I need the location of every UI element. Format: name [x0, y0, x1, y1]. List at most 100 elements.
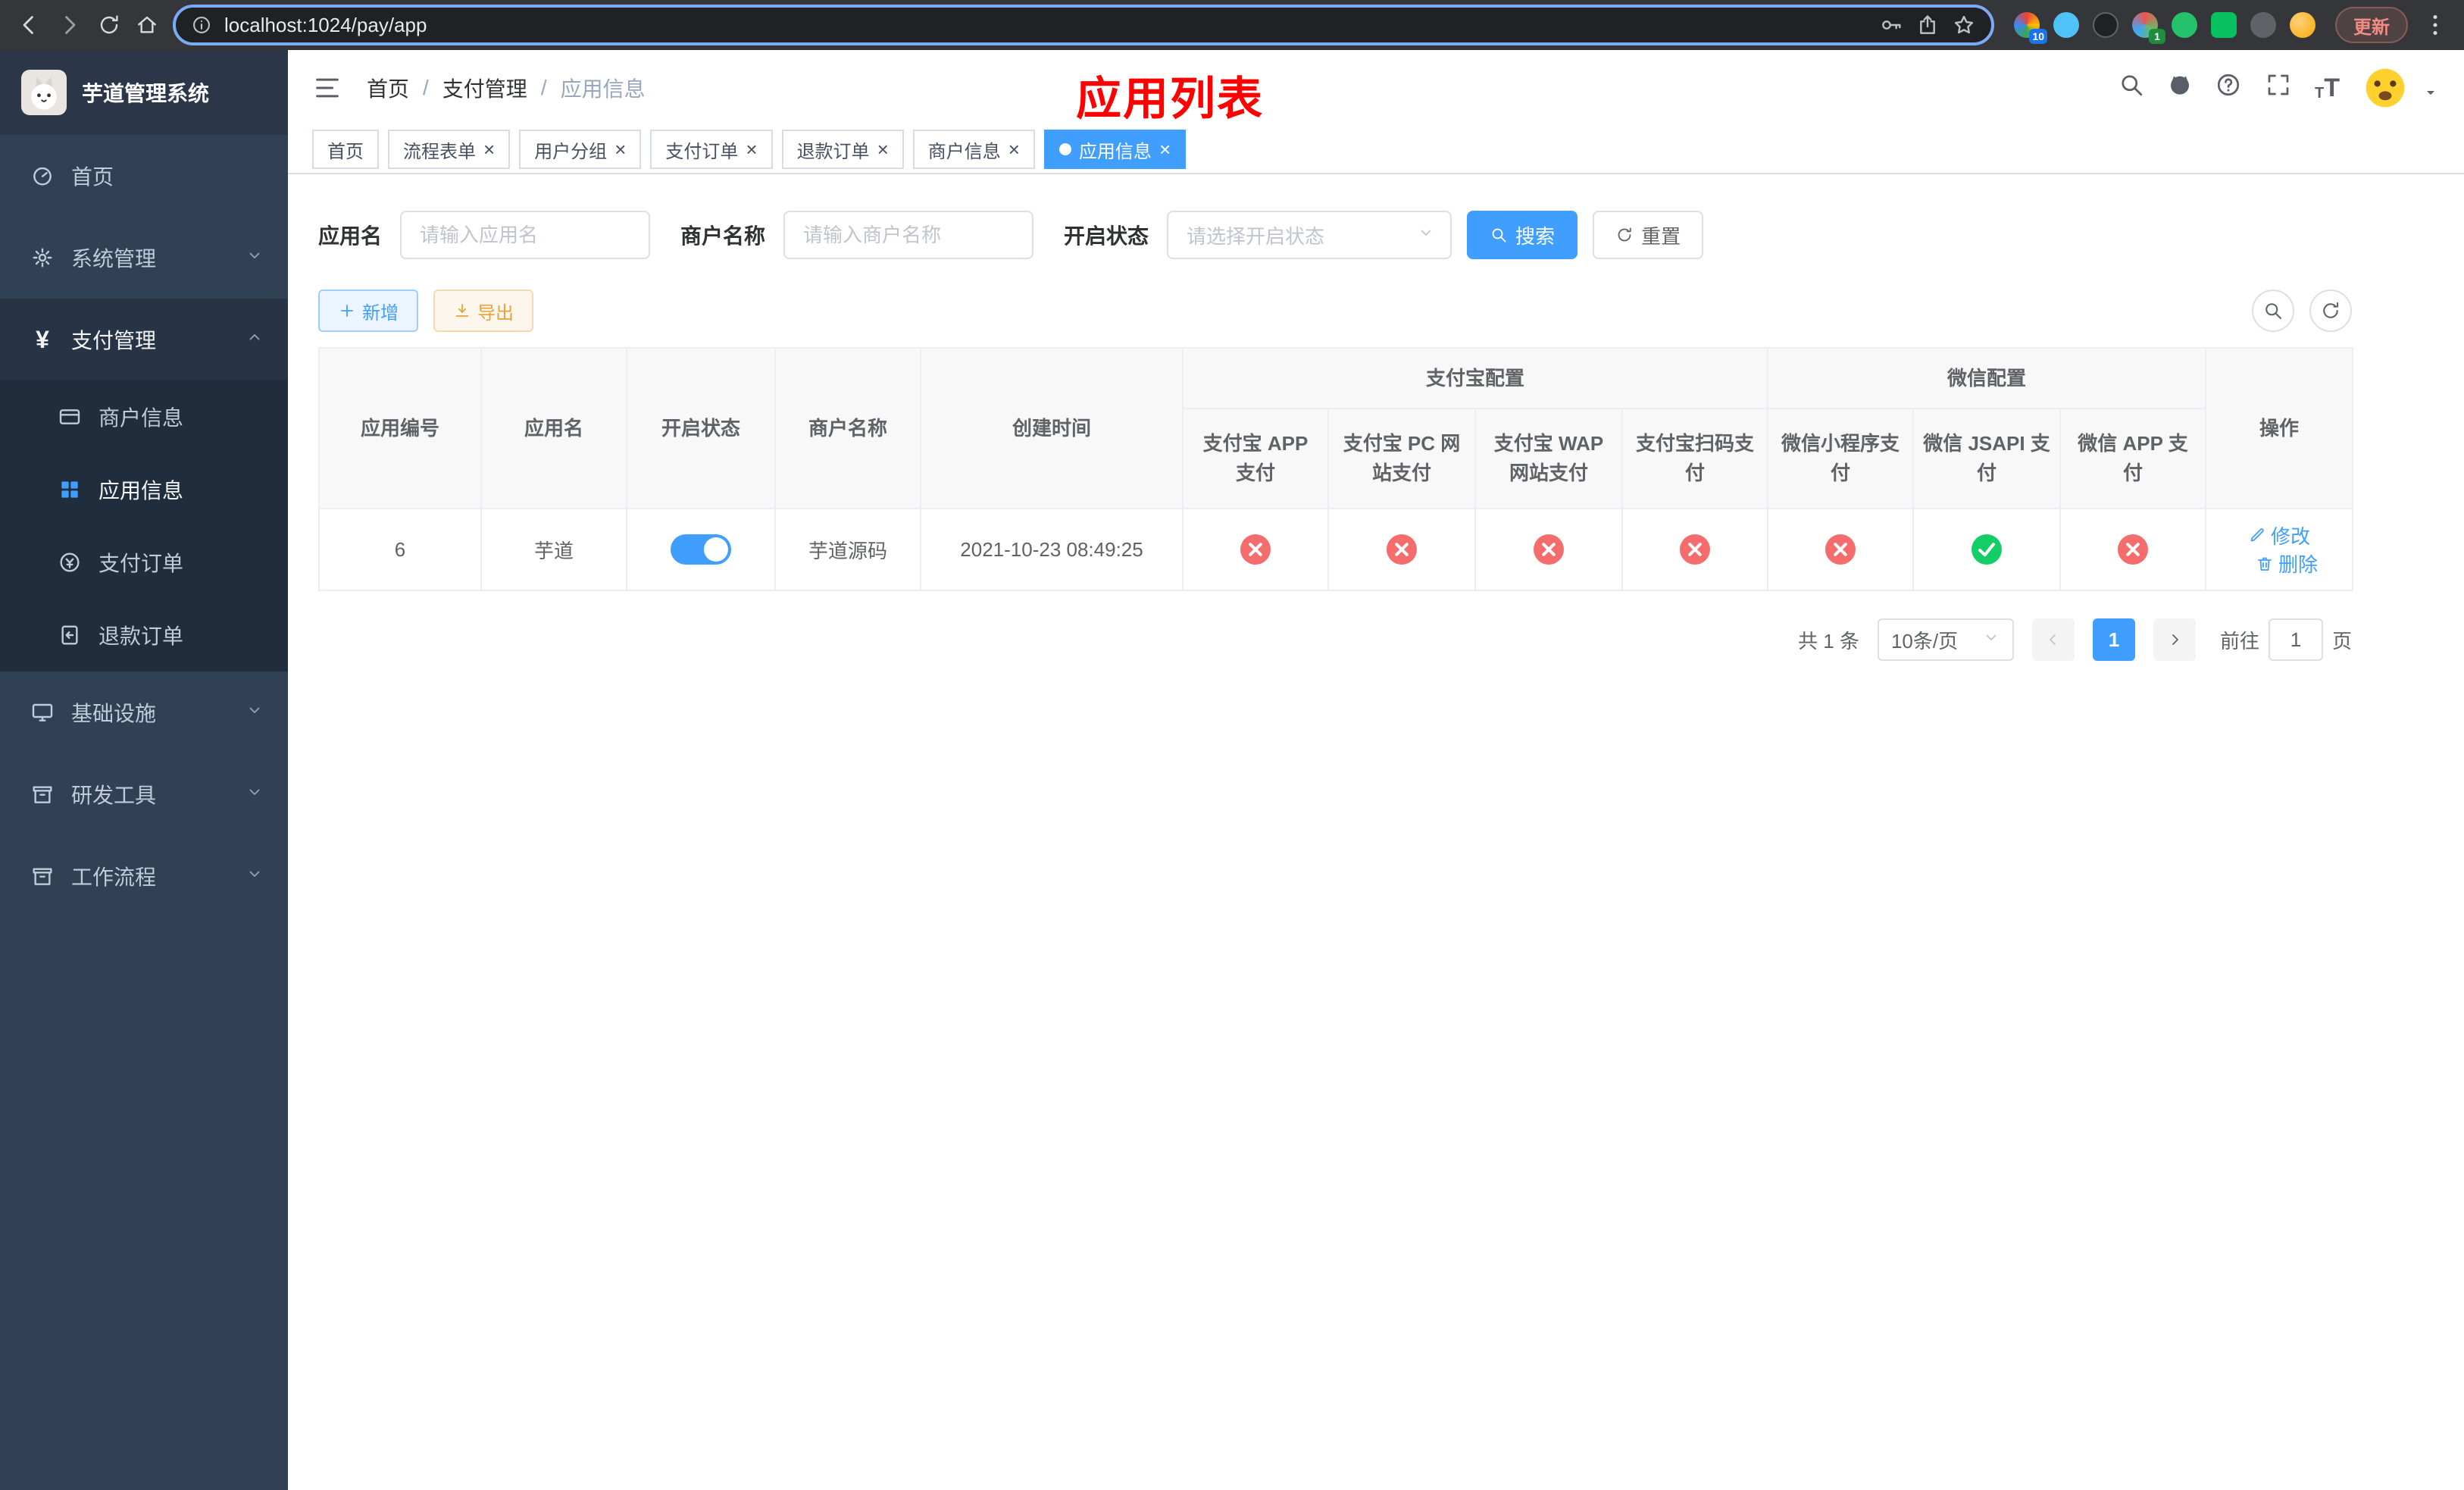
font-size-icon[interactable]: TT: [2315, 75, 2340, 101]
tab-close-icon[interactable]: ×: [614, 139, 626, 159]
help-icon[interactable]: [2215, 71, 2242, 105]
extension-icon[interactable]: [2290, 12, 2315, 38]
tab-close-icon[interactable]: ×: [877, 139, 889, 159]
site-info-icon[interactable]: [191, 14, 212, 36]
browser-menu-icon[interactable]: [2422, 11, 2449, 39]
column-header-id: 应用编号: [318, 347, 482, 509]
status-select[interactable]: 请选择开启状态: [1167, 211, 1452, 259]
extension-icon[interactable]: [2211, 12, 2237, 38]
select-placeholder: 请选择开启状态: [1187, 224, 1325, 248]
alipay-app-status-icon: [1240, 534, 1271, 565]
tab-label: 商户信息: [927, 141, 1001, 162]
delete-link[interactable]: 删除: [2256, 549, 2318, 578]
column-header-created: 创建时间: [920, 347, 1184, 509]
breadcrumb-item-current: 应用信息: [560, 77, 646, 101]
add-button[interactable]: 新增: [318, 290, 418, 332]
tab-close-icon[interactable]: ×: [1008, 139, 1020, 159]
sidebar-item-app-info[interactable]: 应用信息: [0, 453, 288, 526]
sidebar-item-devtools[interactable]: 研发工具: [0, 753, 288, 835]
fullscreen-icon[interactable]: [2265, 71, 2292, 105]
tab-process-form[interactable]: 流程表单 ×: [388, 130, 511, 169]
toggle-search-button[interactable]: [2252, 290, 2294, 332]
app-name-input[interactable]: [400, 211, 651, 259]
extension-badge: 1: [2149, 29, 2165, 44]
browser-reload-button[interactable]: [97, 13, 121, 37]
browser-back-button[interactable]: [15, 11, 42, 39]
tab-label: 支付订单: [665, 141, 739, 162]
toolbox-icon: [30, 782, 55, 806]
sidebar-item-label: 应用信息: [98, 479, 184, 502]
sidebar-item-merchant-info[interactable]: 商户信息: [0, 380, 288, 453]
tab-user-group[interactable]: 用户分组 ×: [519, 130, 642, 169]
goto-unit: 页: [2331, 629, 2352, 653]
sidebar-item-refund-order[interactable]: 退款订单: [0, 599, 288, 671]
export-button-label: 导出: [477, 302, 514, 324]
extension-icon[interactable]: [2053, 12, 2079, 38]
breadcrumb-separator: /: [423, 76, 429, 99]
wechat-mini-status-icon: [1825, 534, 1856, 565]
sidebar-item-system[interactable]: 系统管理: [0, 217, 288, 299]
tab-close-icon[interactable]: ×: [746, 139, 757, 159]
tabs-bar: 首页 流程表单 × 用户分组 × 支付订单 × 退款订单 × 商户信息 × 应用信息 ×: [288, 126, 2464, 174]
page-number-button[interactable]: 1: [2092, 618, 2135, 661]
reset-button[interactable]: 重置: [1593, 211, 1704, 259]
goto-page-input[interactable]: [2268, 618, 2323, 661]
bookmark-star-icon[interactable]: [1952, 13, 1976, 37]
tab-home[interactable]: 首页: [312, 130, 379, 169]
page-content: 应用名 商户名称 开启状态 请选择开启状态 搜索 重置: [288, 174, 2464, 1490]
extension-icon[interactable]: [2093, 12, 2118, 38]
merchant-name-label: 商户名称: [680, 224, 766, 248]
next-page-button[interactable]: [2153, 618, 2196, 661]
tab-pay-order[interactable]: 支付订单 ×: [650, 130, 773, 169]
address-bar[interactable]: localhost:1024/pay/app: [173, 5, 1994, 45]
user-avatar[interactable]: [2362, 65, 2408, 111]
tab-close-icon[interactable]: ×: [1159, 139, 1171, 159]
breadcrumb-item-home[interactable]: 首页: [367, 73, 409, 103]
sidebar-item-home[interactable]: 首页: [0, 135, 288, 217]
github-icon[interactable]: [2168, 73, 2192, 103]
tab-close-icon[interactable]: ×: [483, 139, 495, 159]
sidebar-item-pay-order[interactable]: 支付订单: [0, 526, 288, 599]
tab-app-info[interactable]: 应用信息 ×: [1043, 130, 1187, 169]
chevron-down-icon: [1982, 628, 2000, 652]
export-button[interactable]: 导出: [433, 290, 533, 332]
wechat-jsapi-status-icon: [1972, 534, 2003, 565]
tab-refund-order[interactable]: 退款订单 ×: [781, 130, 904, 169]
column-header-actions: 操作: [2205, 347, 2354, 509]
collapse-sidebar-button[interactable]: [312, 73, 342, 103]
header-actions: TT: [2118, 65, 2440, 111]
status-toggle[interactable]: [671, 534, 731, 565]
refresh-table-button[interactable]: [2309, 290, 2352, 332]
tab-label: 应用信息: [1078, 141, 1152, 162]
sidebar-item-label: 首页: [71, 165, 114, 189]
group-header-alipay: 支付宝配置: [1181, 347, 1769, 409]
browser-update-button[interactable]: 更新: [2335, 7, 2408, 43]
prev-page-button[interactable]: [2031, 618, 2075, 661]
extension-icon[interactable]: 10: [2014, 12, 2047, 44]
yen-icon: ¥: [36, 326, 49, 353]
group-header-wechat: 微信配置: [1767, 347, 2207, 409]
search-icon[interactable]: [2118, 71, 2145, 105]
monitor-icon: [30, 700, 55, 725]
extensions-area: 10 1: [2008, 12, 2322, 44]
breadcrumb-item-payment[interactable]: 支付管理: [442, 73, 527, 103]
key-icon[interactable]: [1879, 13, 1903, 37]
sidebar-item-workflow[interactable]: 工作流程: [0, 835, 288, 917]
search-button[interactable]: 搜索: [1467, 211, 1578, 259]
extension-icon[interactable]: 1: [2132, 12, 2165, 44]
edit-link[interactable]: 修改: [2248, 521, 2310, 549]
goto-label: 前往: [2219, 629, 2259, 653]
sidebar-item-payment[interactable]: ¥ 支付管理: [0, 299, 288, 380]
extension-badge: 10: [2029, 29, 2047, 44]
browser-forward-button[interactable]: [56, 11, 83, 39]
merchant-name-input[interactable]: [783, 211, 1034, 259]
sidebar-item-infra[interactable]: 基础设施: [0, 671, 288, 753]
tab-merchant-info[interactable]: 商户信息 ×: [912, 130, 1035, 169]
alipay-qr-status-icon: [1680, 534, 1710, 565]
share-icon[interactable]: [1915, 13, 1940, 37]
extension-icon[interactable]: [2172, 12, 2197, 38]
column-header-wx-jsapi: 微信 JSAPI 支付: [1912, 408, 2062, 509]
extension-icon[interactable]: [2250, 12, 2276, 38]
browser-home-button[interactable]: [135, 13, 159, 37]
page-size-select[interactable]: 10条/页: [1877, 618, 2014, 661]
